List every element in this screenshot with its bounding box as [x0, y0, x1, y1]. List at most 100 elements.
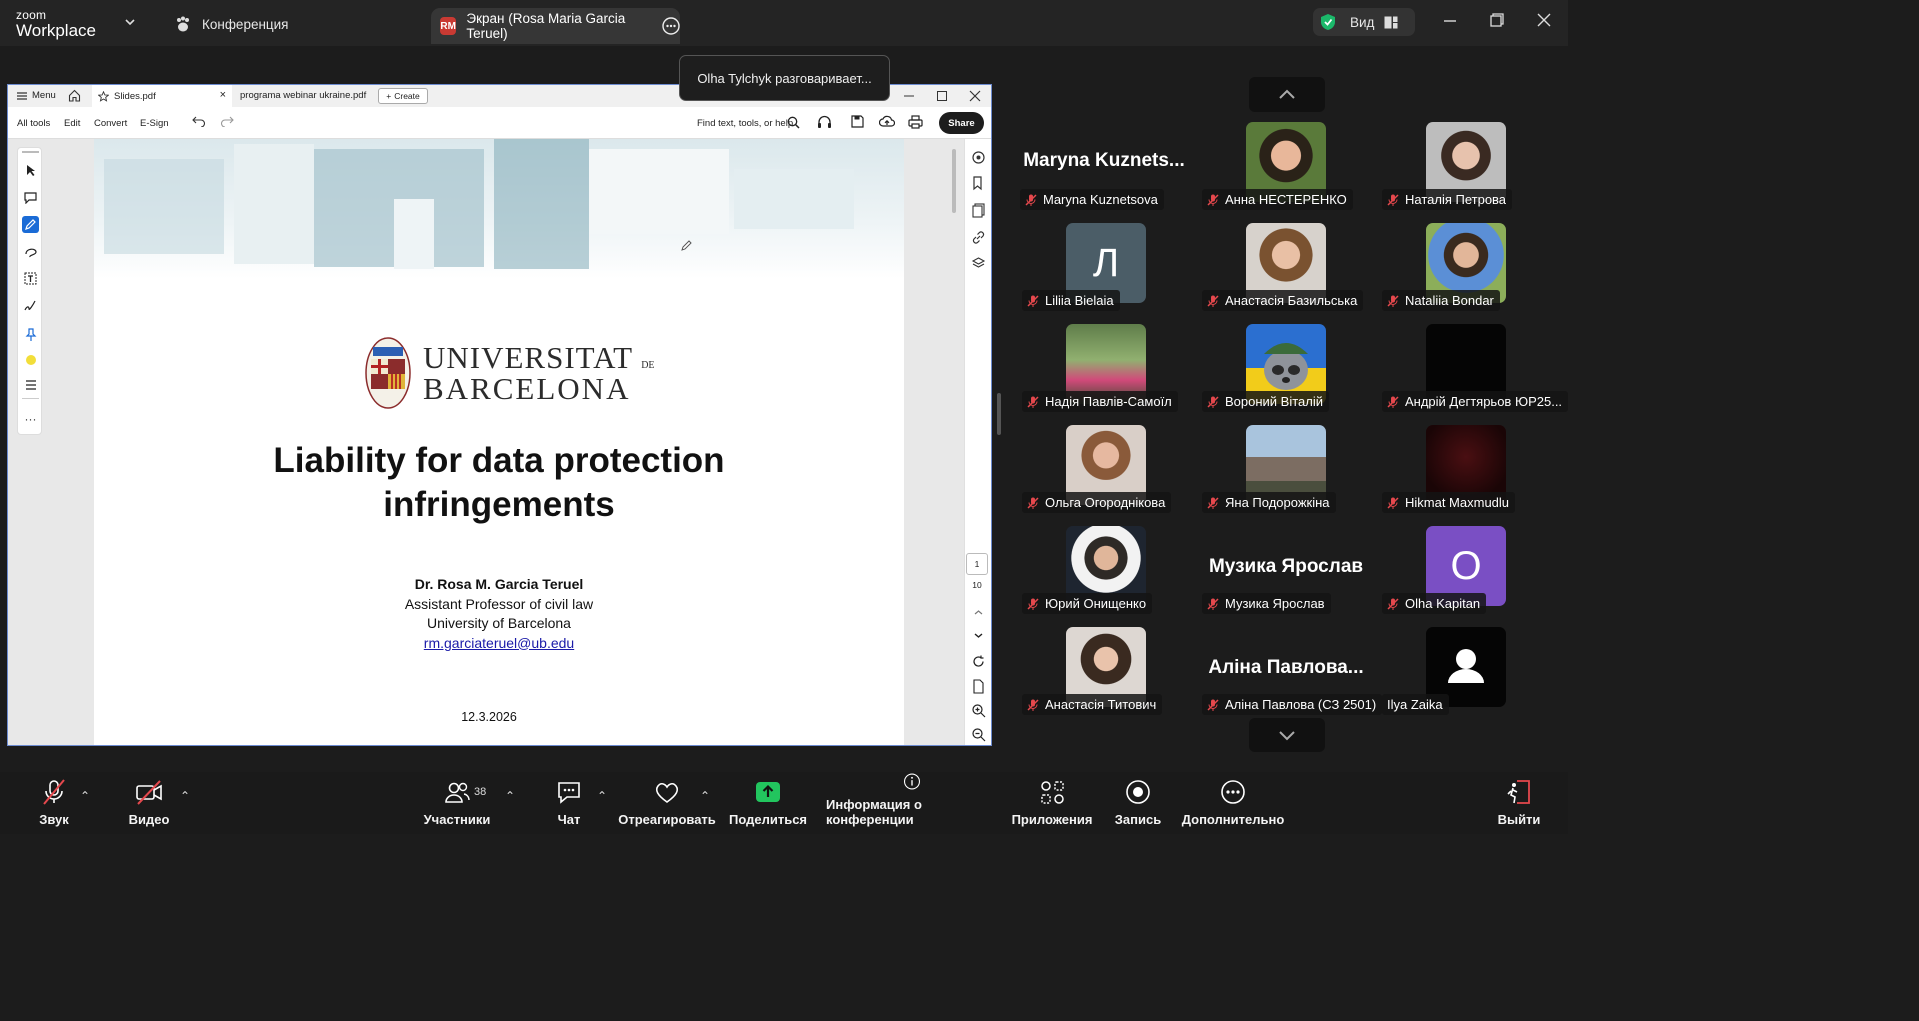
share-document-button[interactable]: Share — [939, 112, 984, 134]
participant-tile[interactable]: Maryna Kuznets... Maryna Kuznetsova — [1018, 122, 1190, 222]
convert-button[interactable]: Convert — [94, 118, 127, 129]
tab-conference[interactable]: Конференция — [174, 14, 289, 34]
participant-tile[interactable]: Ольга Огороднікова — [1020, 425, 1192, 525]
read-aloud-icon[interactable] — [817, 115, 832, 129]
acrobat-minimize-button[interactable] — [903, 90, 915, 102]
meeting-controls-bar: Звук ⌃ Видео ⌃ Участники 38 ⌃ Чат ⌃ Отре… — [0, 772, 1568, 834]
participant-name-label: Анна НЕСТЕРЕНКО — [1202, 189, 1353, 210]
highlight-pen-icon[interactable] — [22, 216, 39, 233]
gallery-prev-button[interactable] — [1249, 77, 1325, 112]
document-scrollbar[interactable] — [952, 149, 956, 213]
participant-tile[interactable]: Яна Подорожкіна — [1200, 425, 1372, 525]
search-icon[interactable] — [787, 116, 800, 129]
participant-tile[interactable]: Анастасія Базильська — [1200, 223, 1372, 323]
react-options-caret-icon[interactable]: ⌃ — [700, 789, 710, 803]
acrobat-menu-button[interactable]: Menu — [17, 90, 56, 101]
extract-page-icon[interactable] — [971, 679, 986, 694]
print-icon[interactable] — [908, 115, 923, 129]
participant-tile[interactable]: Вороний Віталій — [1200, 324, 1372, 424]
more-button[interactable]: Дополнительно — [1182, 772, 1284, 834]
gallery-divider-handle[interactable] — [997, 393, 1001, 435]
rotate-icon[interactable] — [971, 654, 986, 669]
layers-icon[interactable] — [971, 256, 986, 271]
undo-icon[interactable] — [192, 115, 206, 127]
close-tab-icon[interactable]: × — [220, 89, 226, 101]
record-button[interactable]: Запись — [1115, 772, 1161, 834]
chevron-down-icon[interactable] — [971, 628, 986, 643]
bookmark-icon[interactable] — [971, 176, 986, 191]
draw-icon[interactable] — [22, 243, 39, 260]
leave-button[interactable]: Выйти — [1498, 772, 1540, 834]
select-cursor-icon[interactable] — [22, 162, 39, 179]
current-page-input[interactable]: 1 — [966, 553, 988, 575]
chevron-up-icon[interactable] — [971, 605, 986, 620]
find-tools-search[interactable]: Find text, tools, or help — [697, 118, 793, 129]
redo-icon[interactable] — [220, 115, 234, 127]
edit-button[interactable]: Edit — [64, 118, 80, 129]
tab-programa-pdf[interactable]: programa webinar ukraine.pdf — [240, 90, 366, 101]
color-picker-icon[interactable] — [22, 351, 39, 368]
video-button[interactable]: Видео — [124, 772, 174, 834]
share-screen-button[interactable]: Поделиться — [729, 772, 807, 834]
chat-options-caret-icon[interactable]: ⌃ — [597, 789, 607, 803]
muted-mic-icon — [1026, 395, 1040, 409]
create-button[interactable]: + Create — [378, 88, 428, 104]
participant-tile[interactable]: Nataliia Bondar — [1380, 223, 1552, 323]
zoom-out-icon[interactable] — [971, 727, 986, 742]
all-tools-button[interactable]: All tools — [17, 118, 50, 129]
author-email-link[interactable]: rm.garciateruel@ub.edu — [94, 634, 904, 654]
zoom-in-icon[interactable] — [971, 703, 986, 718]
close-window-button[interactable] — [1537, 13, 1551, 27]
panel-handle[interactable] — [22, 151, 39, 153]
participant-tile[interactable]: Ilya Zaika — [1380, 627, 1552, 727]
apps-label: Приложения — [1011, 812, 1093, 827]
apps-button[interactable]: Приложения — [1011, 772, 1093, 834]
participant-tile[interactable]: O Olha Kapitan — [1380, 526, 1552, 626]
link-icon[interactable] — [971, 230, 986, 245]
more-tools-icon[interactable]: ··· — [22, 410, 39, 427]
text-box-icon[interactable] — [22, 270, 39, 287]
video-options-caret-icon[interactable]: ⌃ — [180, 789, 190, 803]
participant-tile[interactable]: Наталія Петрова — [1380, 122, 1552, 222]
save-icon[interactable] — [851, 115, 864, 128]
stamp-pin-icon[interactable] — [22, 326, 39, 343]
acrobat-maximize-button[interactable] — [936, 90, 948, 102]
ai-assistant-icon[interactable] — [971, 150, 986, 165]
participant-tile[interactable]: Анна НЕСТЕРЕНКО — [1200, 122, 1372, 222]
restore-window-button[interactable] — [1490, 13, 1504, 27]
participants-options-caret-icon[interactable]: ⌃ — [505, 789, 515, 803]
participant-tile[interactable]: Аліна Павлова... Аліна Павлова (СЗ 2501) — [1200, 627, 1383, 727]
participant-tile[interactable]: Анастасія Титович — [1020, 627, 1192, 727]
acrobat-close-button[interactable] — [969, 90, 981, 102]
meeting-info-button[interactable]: Информация о конференции — [826, 772, 998, 834]
tab-slides-pdf[interactable]: Slides.pdf × — [92, 85, 232, 107]
audio-options-caret-icon[interactable]: ⌃ — [80, 789, 90, 803]
chat-button[interactable]: Чат — [552, 772, 586, 834]
participant-tile[interactable]: Музика Ярослав Музика Ярослав — [1200, 526, 1372, 626]
create-label: Create — [394, 91, 420, 101]
home-icon[interactable] — [68, 89, 81, 102]
muted-mic-icon — [1026, 597, 1040, 611]
pages-icon[interactable] — [971, 203, 986, 218]
participant-tile[interactable]: Л Liliia Bielaia — [1020, 223, 1192, 323]
audio-button[interactable]: Звук — [31, 772, 77, 834]
chevron-down-icon[interactable] — [124, 17, 136, 27]
sign-icon[interactable] — [22, 297, 39, 314]
participant-tile[interactable]: Надія Павлів-Самоїл — [1020, 324, 1192, 424]
tools-divider — [22, 398, 39, 399]
tab-screen-share[interactable]: RM Экран (Rosa Maria Garcia Teruel) — [431, 8, 680, 44]
participant-tile[interactable]: Юрий Онищенко — [1020, 526, 1192, 626]
react-button[interactable]: Отреагировать — [618, 772, 716, 834]
zoom-logo[interactable]: zoom Workplace — [16, 9, 96, 39]
view-button[interactable]: Вид — [1313, 8, 1415, 36]
comment-icon[interactable] — [22, 189, 39, 206]
line-weight-icon[interactable] — [22, 376, 39, 393]
more-options-icon[interactable] — [662, 17, 680, 35]
participant-name-label: Maryna Kuznetsova — [1020, 189, 1164, 210]
participant-tile[interactable]: Hikmat Maxmudlu — [1380, 425, 1552, 525]
participants-button[interactable]: Участники — [422, 772, 492, 834]
minimize-window-button[interactable] — [1443, 13, 1457, 27]
cloud-upload-icon[interactable] — [879, 115, 895, 128]
participant-tile[interactable]: Андрій Дегтярьов ЮР25... — [1380, 324, 1569, 424]
esign-button[interactable]: E-Sign — [140, 118, 169, 129]
